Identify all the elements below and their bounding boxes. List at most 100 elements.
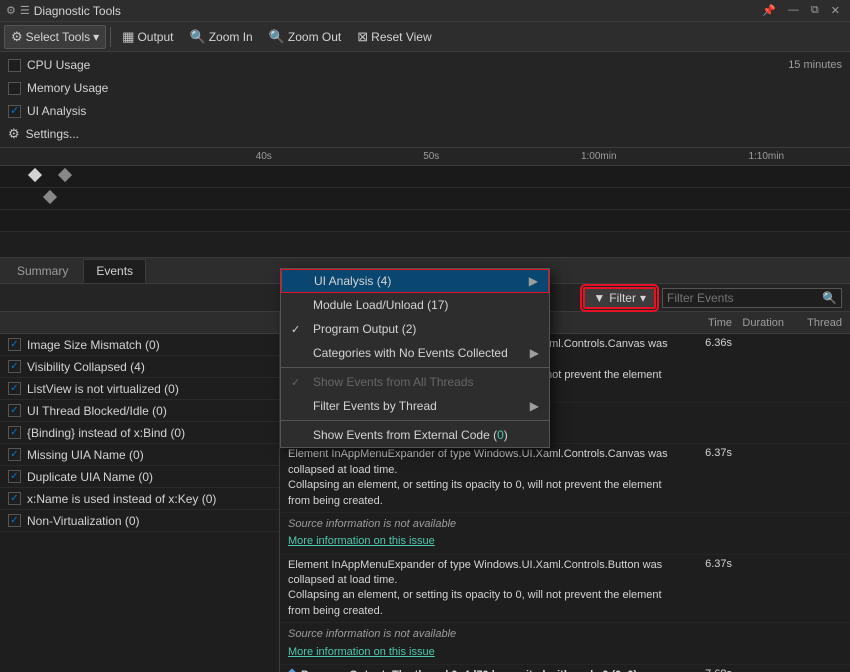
more-info-link-2[interactable]: More information on this issue bbox=[288, 535, 435, 547]
category-non-virt[interactable]: ✓ Non-Virtualization (0) bbox=[0, 510, 279, 532]
cpu-label: CPU Usage bbox=[27, 58, 90, 72]
cat-check-7[interactable]: ✓ bbox=[8, 470, 21, 483]
separator-1 bbox=[110, 27, 111, 47]
zoom-out-button[interactable]: 🔍 Zoom Out bbox=[262, 25, 349, 49]
left-panel: ✓ Image Size Mismatch (0) ✓ Visibility C… bbox=[0, 312, 280, 672]
zoom-out-label: Zoom Out bbox=[288, 30, 341, 44]
source-2: Source information is not available More… bbox=[288, 515, 842, 550]
header-time: Time bbox=[682, 317, 732, 329]
ruler-mark-110min: 1:10min bbox=[683, 151, 850, 162]
cat-check-3[interactable]: ✓ bbox=[8, 382, 21, 395]
arrow-filter-thread: ▶ bbox=[530, 399, 539, 413]
cat-check-2[interactable]: ✓ bbox=[8, 360, 21, 373]
menu-item-no-events[interactable]: Categories with No Events Collected ▶ bbox=[281, 341, 549, 365]
cat-label-2: Visibility Collapsed (4) bbox=[27, 360, 145, 374]
cat-label-5: {Binding} instead of x:Bind (0) bbox=[27, 426, 185, 440]
dropdown-menu[interactable]: UI Analysis (4) ▶ Module Load/Unload (17… bbox=[280, 268, 550, 448]
menu-label-filter-thread: Filter Events by Thread bbox=[313, 399, 437, 413]
track-content-2 bbox=[0, 188, 850, 209]
arrow-no-events: ▶ bbox=[530, 346, 539, 360]
category-binding[interactable]: ✓ {Binding} instead of x:Bind (0) bbox=[0, 422, 279, 444]
pin-button[interactable]: 📌 bbox=[758, 4, 780, 17]
menu-label-external-code: Show Events from External Code (0) bbox=[313, 428, 508, 442]
memory-label: Memory Usage bbox=[27, 81, 108, 95]
filter-label: Filter bbox=[609, 291, 636, 305]
category-xname[interactable]: ✓ x:Name is used instead of x:Key (0) bbox=[0, 488, 279, 510]
more-info-link-3[interactable]: More information on this issue bbox=[288, 646, 435, 658]
reset-view-button[interactable]: ⊠ Reset View bbox=[350, 25, 438, 49]
tab-summary[interactable]: Summary bbox=[4, 259, 81, 283]
menu-item-program-output[interactable]: ✓ Program Output (2) bbox=[281, 317, 549, 341]
select-tools-label: Select Tools bbox=[26, 30, 90, 44]
cat-label-6: Missing UIA Name (0) bbox=[27, 448, 144, 462]
dropdown-arrow: ▾ bbox=[93, 30, 99, 44]
gear-icon[interactable]: ⚙ bbox=[6, 4, 16, 17]
category-listview[interactable]: ✓ ListView is not virtualized (0) bbox=[0, 378, 279, 400]
menu-icon[interactable]: ☰ bbox=[20, 4, 30, 17]
timeline-tracks bbox=[0, 166, 850, 236]
diamond-icon-1 bbox=[286, 668, 297, 672]
cat-label-1: Image Size Mismatch (0) bbox=[27, 338, 160, 352]
track-row-1 bbox=[0, 166, 850, 188]
check-program-output: ✓ bbox=[291, 323, 307, 336]
zoom-in-label: Zoom In bbox=[209, 30, 253, 44]
maximize-button[interactable]: ⧉ bbox=[807, 4, 823, 17]
cat-label-8: x:Name is used instead of x:Key (0) bbox=[27, 492, 216, 506]
menu-item-show-all-threads[interactable]: ✓ Show Events from All Threads bbox=[281, 370, 549, 394]
filter-button[interactable]: ▼ Filter ▾ bbox=[583, 287, 656, 309]
zoom-in-button[interactable]: 🔍 Zoom In bbox=[183, 25, 260, 49]
event-time-4: 7.68s bbox=[682, 668, 732, 672]
event-main-2: Element InAppMenuExpander of type Window… bbox=[288, 447, 682, 509]
settings-item[interactable]: ⚙ Settings... bbox=[8, 123, 842, 145]
track-content-1 bbox=[0, 166, 850, 187]
cat-check-4[interactable]: ✓ bbox=[8, 404, 21, 417]
title-bar-controls: 📌 — ⧉ ✕ bbox=[758, 4, 844, 17]
cat-label-9: Non-Virtualization (0) bbox=[27, 514, 140, 528]
category-ui-thread[interactable]: ✓ UI Thread Blocked/Idle (0) bbox=[0, 400, 279, 422]
category-visibility-collapsed[interactable]: ✓ Visibility Collapsed (4) bbox=[0, 356, 279, 378]
category-image-size[interactable]: ✓ Image Size Mismatch (0) bbox=[0, 334, 279, 356]
filter-search-input[interactable] bbox=[667, 291, 818, 305]
output-button[interactable]: ▦ Output bbox=[115, 25, 180, 49]
menu-item-module-load[interactable]: Module Load/Unload (17) bbox=[281, 293, 549, 317]
filter-dropdown-arrow: ▾ bbox=[640, 291, 646, 305]
ui-checkbox[interactable] bbox=[8, 105, 21, 118]
ruler-mark-1min: 1:00min bbox=[515, 151, 683, 162]
memory-usage-item[interactable]: Memory Usage bbox=[8, 77, 842, 99]
cat-check-1[interactable]: ✓ bbox=[8, 338, 21, 351]
event-row-3-extra: Source information is not available More… bbox=[280, 623, 850, 665]
cat-check-8[interactable]: ✓ bbox=[8, 492, 21, 505]
search-icon: 🔍 bbox=[822, 291, 837, 305]
reset-view-label: Reset View bbox=[371, 30, 431, 44]
event-time-2: 6.37s bbox=[682, 447, 732, 459]
cpu-usage-item[interactable]: CPU Usage 15 minutes bbox=[8, 54, 842, 76]
minimize-button[interactable]: — bbox=[784, 4, 803, 17]
menu-label-program-output: Program Output (2) bbox=[313, 322, 416, 336]
select-tools-button[interactable]: ⚙ Select Tools ▾ bbox=[4, 25, 106, 49]
menu-item-ui-analysis[interactable]: UI Analysis (4) ▶ bbox=[281, 269, 549, 293]
menu-item-filter-thread[interactable]: Filter Events by Thread ▶ bbox=[281, 394, 549, 418]
window-title: Diagnostic Tools bbox=[34, 4, 121, 18]
settings-gear-icon: ⚙ bbox=[8, 126, 20, 142]
memory-checkbox[interactable] bbox=[8, 82, 21, 95]
menu-label-all-threads: Show Events from All Threads bbox=[313, 375, 474, 389]
event-row-4: Program Output: The thread 0x4d70 has ex… bbox=[280, 665, 850, 672]
cpu-checkbox[interactable] bbox=[8, 59, 21, 72]
tab-events[interactable]: Events bbox=[83, 259, 146, 283]
cat-check-6[interactable]: ✓ bbox=[8, 448, 21, 461]
track-row-2 bbox=[0, 188, 850, 210]
close-button[interactable]: ✕ bbox=[827, 4, 844, 17]
track-marker-2 bbox=[58, 168, 72, 182]
menu-label-ui-analysis: UI Analysis (4) bbox=[314, 274, 391, 288]
cat-check-9[interactable]: ✓ bbox=[8, 514, 21, 527]
menu-item-external-code[interactable]: Show Events from External Code (0) bbox=[281, 423, 549, 447]
cat-check-5[interactable]: ✓ bbox=[8, 426, 21, 439]
track-marker-3 bbox=[43, 190, 57, 204]
duration-label: 15 minutes bbox=[788, 59, 842, 71]
track-marker-1 bbox=[28, 168, 42, 182]
title-bar: ⚙ ☰ Diagnostic Tools 📌 — ⧉ ✕ bbox=[0, 0, 850, 22]
source-3: Source information is not available More… bbox=[288, 625, 842, 660]
category-duplicate-uia[interactable]: ✓ Duplicate UIA Name (0) bbox=[0, 466, 279, 488]
category-missing-uia[interactable]: ✓ Missing UIA Name (0) bbox=[0, 444, 279, 466]
ui-analysis-item[interactable]: UI Analysis bbox=[8, 100, 842, 122]
